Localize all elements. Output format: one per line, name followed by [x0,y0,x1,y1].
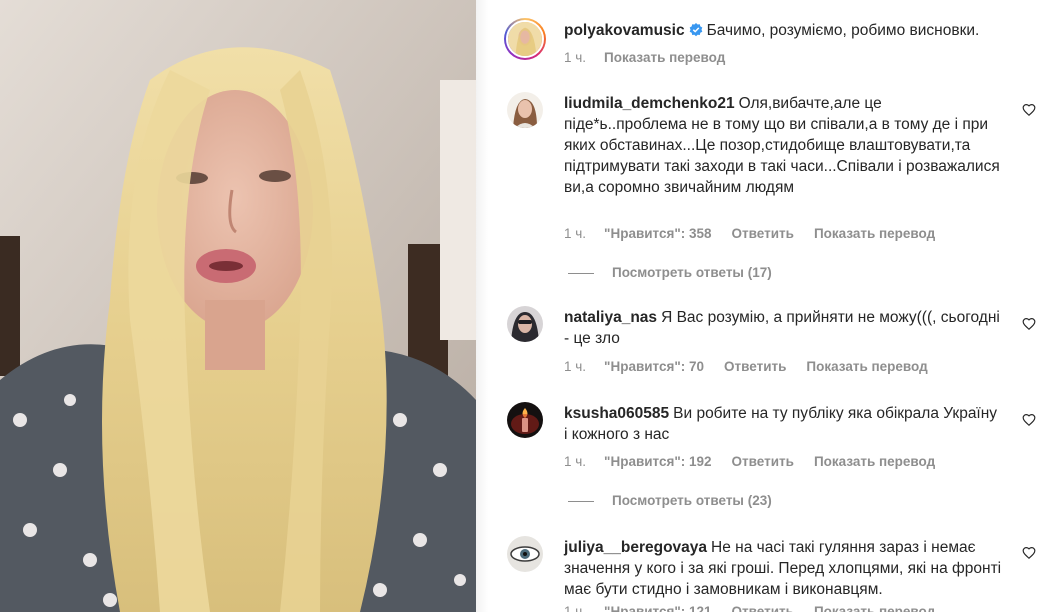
reply-button[interactable]: Ответить [732,454,794,469]
comment-avatar[interactable] [507,306,543,342]
verified-badge-icon [689,23,702,37]
comment-username[interactable]: liudmila_demchenko21 [564,95,735,112]
comment-meta: 1 ч. "Нравится": 70 Ответить Показать перев… [564,359,948,374]
reply-button[interactable]: Ответить [732,604,794,612]
post-translate-link[interactable]: Показать перевод [604,50,725,65]
like-heart-icon[interactable] [1022,103,1036,117]
video-still [0,0,476,612]
comment-avatar[interactable] [507,536,543,572]
view-replies-button[interactable]: Посмотреть ответы (23) [568,493,772,508]
post-caption: polyakovamusic Бачимо, розуміємо, робимо … [564,20,1004,41]
comment-time: 1 ч. [564,454,587,469]
comment-body: liudmila_demchenko21 Оля,вибачте,але це п… [564,93,1004,198]
comment-body: nataliya_nas Я Вас розумію, а прийняти не… [564,307,1004,349]
replies-divider [568,500,594,502]
comment-username[interactable]: ksusha060585 [564,405,669,422]
caption-text: Бачимо, розуміємо, робимо висновки. [706,22,980,39]
comment-likes[interactable]: "Нравится": 70 [604,359,704,374]
comment-time: 1 ч. [564,359,587,374]
comment-likes[interactable]: "Нравится": 358 [604,226,712,241]
translate-link[interactable]: Показать перевод [814,226,935,241]
reply-button[interactable]: Ответить [732,226,794,241]
comment-likes[interactable]: "Нравится": 121 [604,604,712,612]
video-frame[interactable] [0,0,476,612]
replies-divider [568,272,594,274]
view-replies-label: Посмотреть ответы (23) [612,493,772,508]
view-replies-label: Посмотреть ответы (17) [612,265,772,280]
comment-time: 1 ч. [564,604,587,612]
comment-body: juliya__beregovaya Не на часі такі гулянн… [564,537,1004,600]
post-meta: 1 ч. Показать перевод [564,50,745,65]
like-heart-icon[interactable] [1022,413,1036,427]
comment-likes[interactable]: "Нравится": 192 [604,454,712,469]
translate-link[interactable]: Показать перевод [806,359,927,374]
like-heart-icon[interactable] [1022,317,1036,331]
like-heart-icon[interactable] [1022,546,1036,560]
post-time: 1 ч. [564,50,587,65]
comment-meta: 1 ч. "Нравится": 358 Ответить Показать пере… [564,226,955,241]
comment-meta: 1 ч. "Нравится": 192 Ответить Показать пере… [564,454,955,469]
comment-username[interactable]: nataliya_nas [564,309,657,326]
panel-divider [476,0,488,612]
translate-link[interactable]: Показать перевод [814,454,935,469]
comments-panel: polyakovamusic Бачимо, розуміємо, робимо … [488,0,1047,612]
comment-time: 1 ч. [564,226,587,241]
comment-meta: 1 ч. "Нравится": 121 Ответить Показать пере… [564,604,955,612]
view-replies-button[interactable]: Посмотреть ответы (17) [568,265,772,280]
translate-link[interactable]: Показать перевод [814,604,935,612]
comment-avatar[interactable] [507,92,543,128]
author-avatar[interactable] [504,18,546,60]
comment-username[interactable]: juliya__beregovaya [564,539,707,556]
reply-button[interactable]: Ответить [724,359,786,374]
comment-body: ksusha060585 Ви робите на ту публіку яка … [564,403,1004,445]
comment-avatar[interactable] [507,402,543,438]
author-username[interactable]: polyakovamusic [564,22,685,39]
